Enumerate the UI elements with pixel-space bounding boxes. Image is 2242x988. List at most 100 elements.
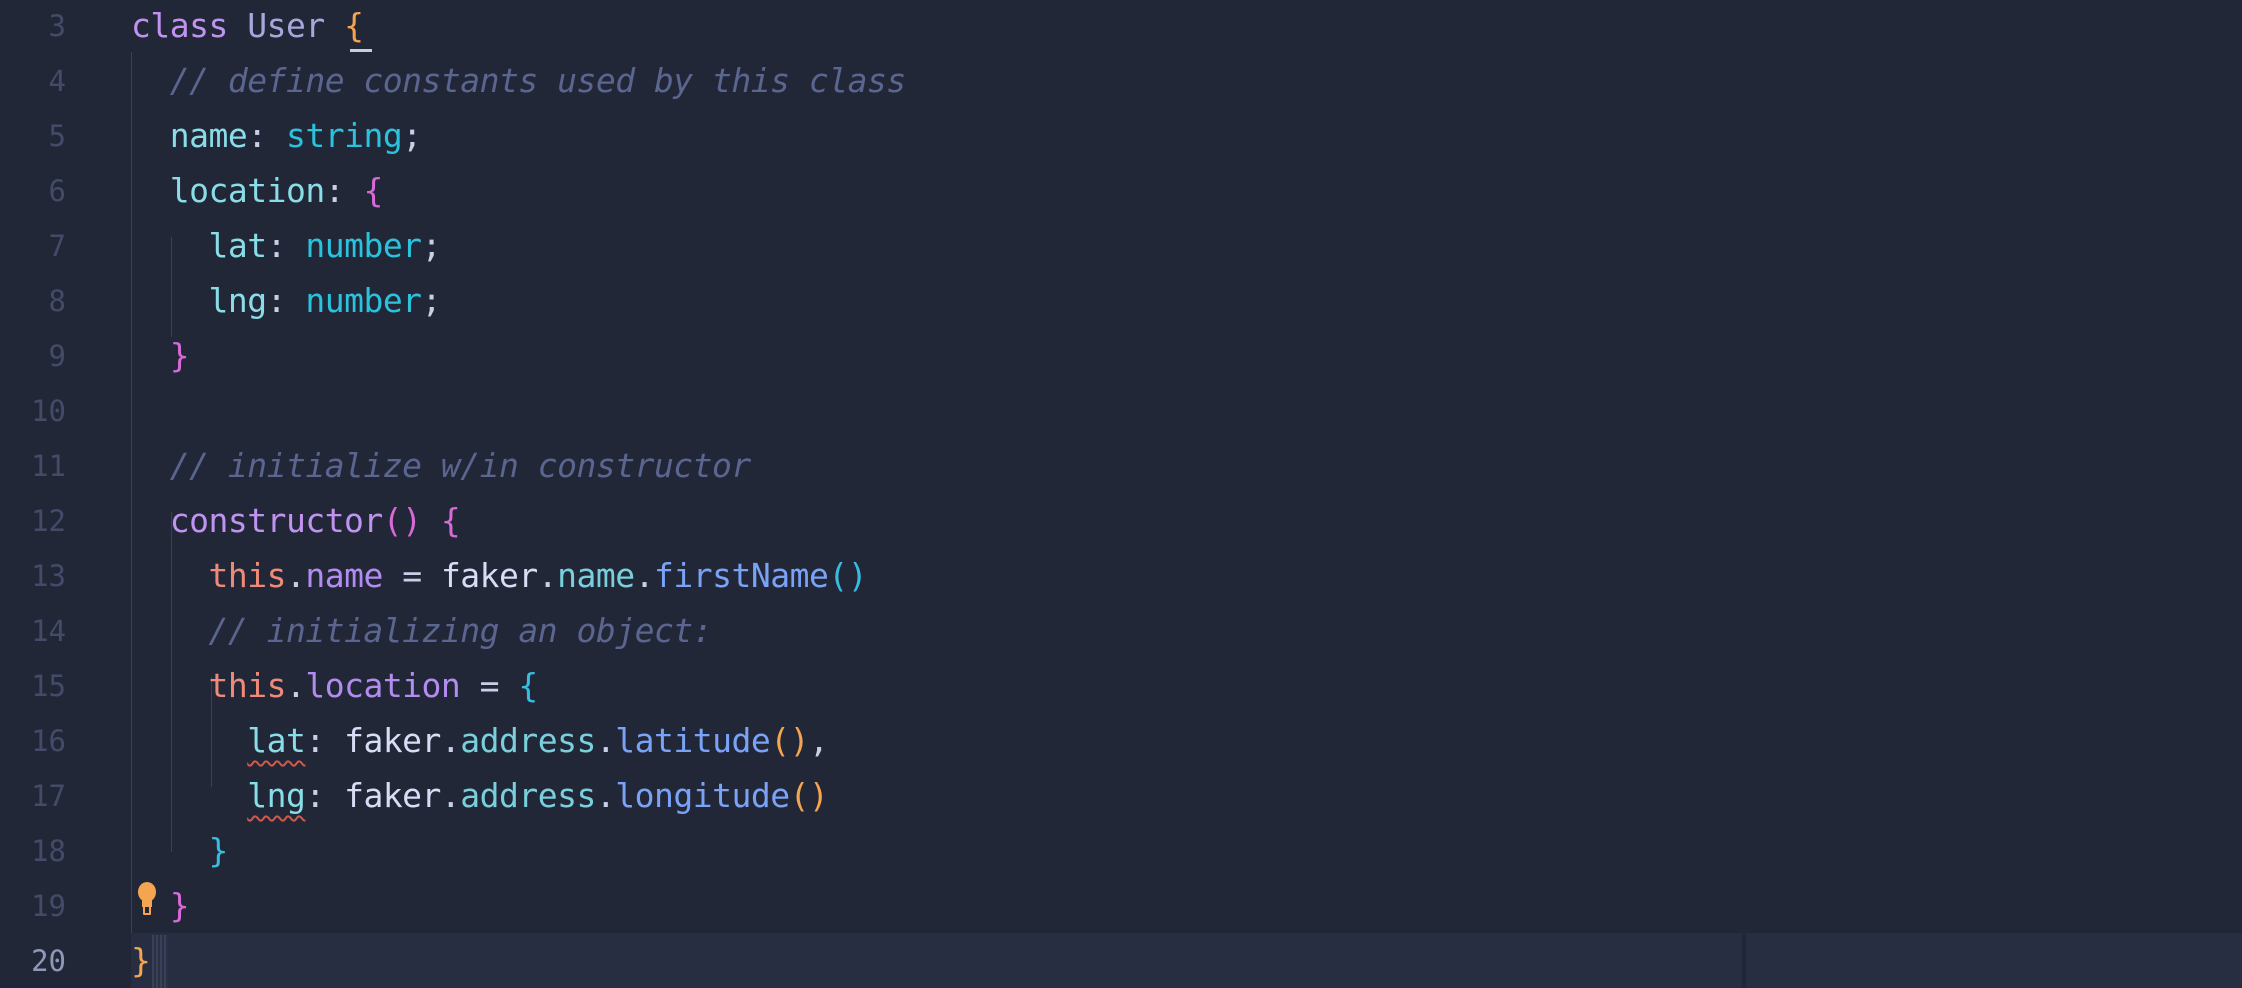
code-line[interactable]: 8 lng: number; <box>0 273 2242 328</box>
token: : <box>305 776 345 815</box>
code-text: class User { <box>131 6 364 45</box>
token: lng <box>247 776 306 815</box>
token: } <box>131 941 151 980</box>
line-number: 19 <box>31 888 66 923</box>
line-number: 3 <box>48 8 66 43</box>
code-line[interactable]: 18 } <box>0 823 2242 878</box>
token: string <box>285 116 403 155</box>
token: = <box>460 666 519 705</box>
token: { <box>518 666 538 705</box>
code-line[interactable]: 20} <box>0 933 2242 988</box>
token: this <box>208 666 286 705</box>
token: longitude <box>615 776 790 815</box>
token: () <box>828 556 868 595</box>
code-line[interactable]: 7 lat: number; <box>0 218 2242 273</box>
code-line[interactable]: 5 name: string; <box>0 108 2242 163</box>
code-text: lng: faker.address.longitude() <box>131 776 829 815</box>
token: // define constants used by this class <box>169 61 906 100</box>
line-number: 10 <box>31 393 66 428</box>
token: latitude <box>615 721 771 760</box>
token: faker <box>344 721 441 760</box>
token: location <box>169 171 325 210</box>
token: { <box>344 6 364 45</box>
token: . <box>440 776 461 815</box>
line-number: 4 <box>48 63 66 98</box>
token: : <box>266 226 306 265</box>
token: faker <box>440 556 538 595</box>
token: ; <box>421 226 442 265</box>
line-number: 11 <box>31 448 66 483</box>
code-line[interactable]: 11 // initialize w/in constructor <box>0 438 2242 493</box>
code-line[interactable]: 15 this.location = { <box>0 658 2242 713</box>
code-line[interactable]: 9 } <box>0 328 2242 383</box>
code-editor[interactable]: 3 class User { 4 // define constants used … <box>0 0 2242 988</box>
code-text: } <box>131 336 190 375</box>
code-text: lng: number; <box>131 281 441 320</box>
token: . <box>440 721 461 760</box>
token: { <box>363 171 383 210</box>
code-text: } <box>131 886 190 925</box>
code-text: constructor() { <box>131 501 461 540</box>
code-line[interactable]: 13 this.name = faker.name.firstName() <box>0 548 2242 603</box>
token: faker <box>344 776 441 815</box>
line-number: 18 <box>31 833 66 868</box>
code-text: lat: faker.address.latitude(), <box>131 721 829 760</box>
line-number: 15 <box>31 668 66 703</box>
token: location <box>305 666 461 705</box>
code-text: // initializing an object: <box>131 611 712 650</box>
text-cursor <box>152 935 168 988</box>
token: lat <box>247 721 306 760</box>
code-text: this.location = { <box>131 666 538 705</box>
token: : <box>247 116 286 155</box>
code-line[interactable]: 10 <box>0 383 2242 438</box>
line-number: 17 <box>31 778 66 813</box>
line-number: 16 <box>31 723 66 758</box>
code-text: // define constants used by this class <box>131 61 906 100</box>
token: . <box>595 721 616 760</box>
line-number: 6 <box>48 173 66 208</box>
token: name <box>169 116 248 155</box>
code-line[interactable]: 12 constructor() { <box>0 493 2242 548</box>
token: } <box>208 831 228 870</box>
token: ; <box>402 116 422 155</box>
code-text: lat: number; <box>131 226 441 265</box>
code-line[interactable]: 3 class User { <box>0 0 2242 53</box>
line-number: 8 <box>48 283 66 318</box>
line-number: 13 <box>31 558 66 593</box>
token: . <box>537 556 558 595</box>
code-line[interactable]: 14 // initializing an object: <box>0 603 2242 658</box>
line-number: 20 <box>31 943 66 978</box>
code-line[interactable]: 4 // define constants used by this class <box>0 53 2242 108</box>
token: constructor <box>169 501 384 540</box>
code-line[interactable]: 17 lng: faker.address.longitude() <box>0 768 2242 823</box>
code-line[interactable]: 19 } <box>0 878 2242 933</box>
line-number: 9 <box>48 338 66 373</box>
code-line[interactable]: 6 location: { <box>0 163 2242 218</box>
line-number: 14 <box>31 613 66 648</box>
code-line[interactable]: 16 lat: faker.address.latitude(), <box>0 713 2242 768</box>
token: name <box>557 556 635 595</box>
code-text: // initialize w/in constructor <box>131 446 752 485</box>
token: : <box>266 281 306 320</box>
token: ; <box>421 281 442 320</box>
token: class <box>131 6 228 45</box>
code-text: } <box>131 831 228 870</box>
code-text: this.name = faker.name.firstName() <box>131 556 867 595</box>
token: } <box>169 886 190 925</box>
